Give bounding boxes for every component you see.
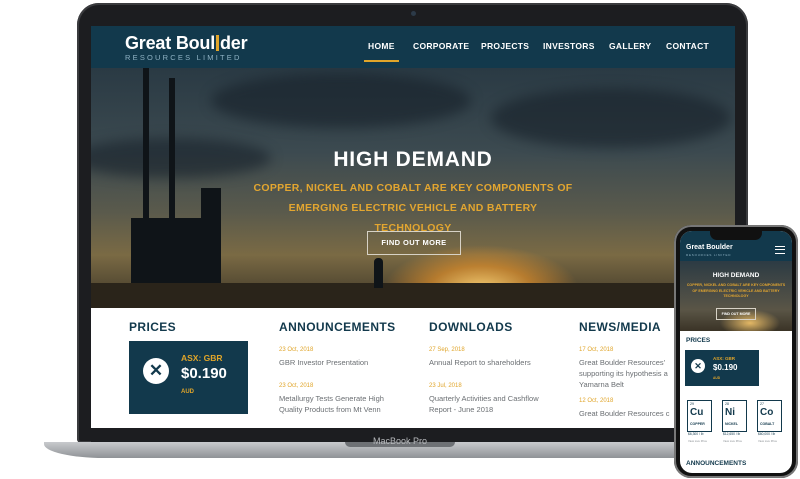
metal-name: COPPER xyxy=(690,422,705,426)
metal-card-cobalt[interactable]: 27 Co COBALT xyxy=(757,400,782,432)
share-price-card[interactable]: ✕ ASX: GBR $0.190 AUD xyxy=(129,341,248,414)
share-price: $0.190 xyxy=(181,365,227,382)
item-title: Annual Report to shareholders xyxy=(429,358,531,367)
announcement-item[interactable]: 23 Oct, 2018 Metallurgy Tests Generate H… xyxy=(279,383,384,415)
metal-name: COBALT xyxy=(760,422,775,426)
metal-symbol: Ni xyxy=(725,407,735,418)
item-title: Great Boulder Resources' supporting its h… xyxy=(579,357,668,390)
phone-hero-subtitle: COPPER, NICKEL AND COBALT ARE KEY COMPON… xyxy=(686,283,786,298)
laptop-screen: Great Boul der RESOURCES LIMITED HOME COR… xyxy=(91,26,735,428)
hero-cloud xyxy=(491,88,731,148)
title-line: Report - June 2018 xyxy=(429,405,494,414)
metal-symbol: Co xyxy=(760,407,774,418)
content-band: PRICES ✕ ASX: GBR $0.190 AUD ANNOUNCEMEN… xyxy=(91,308,735,428)
site-header: Great Boul der RESOURCES LIMITED HOME COR… xyxy=(91,26,735,68)
phone-prices-heading: PRICES xyxy=(686,337,711,344)
phone-announcements-heading: ANNOUNCEMENTS xyxy=(686,460,747,467)
title-line: Quality Products from Mt Venn xyxy=(279,405,381,414)
prices-heading: PRICES xyxy=(129,320,177,334)
item-date: 27 Sep, 2018 xyxy=(429,347,465,353)
phone-price-currency: AUD xyxy=(713,376,721,380)
item-date: 17 Oct, 2018 xyxy=(579,347,614,353)
news-item[interactable]: 17 Oct, 2018 Great Boulder Resources' sup… xyxy=(579,347,668,390)
title-line: supporting its hypothesis a xyxy=(579,369,668,378)
phone-logo[interactable]: Great Boulder xyxy=(686,244,733,251)
find-out-more-button[interactable]: FIND OUT MORE xyxy=(367,231,461,255)
phone-hero: HIGH DEMAND COPPER, NICKEL AND COBALT AR… xyxy=(680,261,792,331)
metal-price: $12,650 / lb xyxy=(723,432,741,436)
metal-card-copper[interactable]: 29 Cu COPPER xyxy=(687,400,712,432)
metal-price: $6,300 / lb xyxy=(688,432,704,436)
hero-title: HIGH DEMAND xyxy=(333,148,493,171)
item-date: 23 Oct, 2018 xyxy=(279,383,314,389)
announcement-item[interactable]: 23 Oct, 2018 GBR Investor Presentation xyxy=(279,347,368,368)
news-heading: NEWS/MEDIA xyxy=(579,320,661,334)
logo-accent-mark xyxy=(216,35,220,51)
phone-logo-subtitle: RESOURCES LIMITED xyxy=(686,253,732,257)
hamburger-menu-icon[interactable] xyxy=(775,246,785,254)
title-line: Metallurgy Tests Generate High xyxy=(279,394,384,403)
phone-notch xyxy=(710,231,762,240)
asx-x-icon: ✕ xyxy=(143,358,169,384)
metal-card-nickel[interactable]: 28 Ni NICKEL xyxy=(722,400,747,432)
title-line: Quarterly Activities and Cashflow xyxy=(429,394,539,403)
download-item[interactable]: 23 Jul, 2018 Quarterly Activities and Ca… xyxy=(429,383,539,415)
ground-silhouette xyxy=(91,283,735,308)
hero-banner: HIGH DEMAND COPPER, NICKEL AND COBALT AR… xyxy=(91,68,735,308)
title-line: Great Boulder Resources' xyxy=(579,358,666,367)
logo-text-part1: Great Boul xyxy=(125,33,216,53)
hero-subtitle: COPPER, NICKEL AND COBALT ARE KEY COMPON… xyxy=(253,182,573,234)
downloads-heading: DOWNLOADS xyxy=(429,320,513,334)
hero-cloud xyxy=(211,73,471,128)
item-title: Quarterly Activities and Cashflow Report … xyxy=(429,393,539,415)
phone-share-price-card[interactable]: ✕ ASX: GBR $0.190 AUD xyxy=(685,350,759,386)
title-line: Yamarna Belt xyxy=(579,380,624,389)
metal-price: $60,000 / lb xyxy=(758,432,776,436)
logo-text-part2: der xyxy=(220,33,248,53)
nav-corporate[interactable]: CORPORATE xyxy=(413,41,469,51)
news-item[interactable]: 12 Oct, 2018 Great Boulder Resources c xyxy=(579,398,669,419)
download-item[interactable]: 27 Sep, 2018 Annual Report to shareholde… xyxy=(429,347,531,368)
site-logo[interactable]: Great Boul der xyxy=(125,33,248,54)
nav-gallery[interactable]: GALLERY xyxy=(609,41,651,51)
asx-code: ASX: GBR xyxy=(181,353,223,363)
view-live-price-link[interactable]: View Live Price xyxy=(688,439,707,443)
item-title: Metallurgy Tests Generate High Quality Pr… xyxy=(279,393,384,415)
nav-contact[interactable]: CONTACT xyxy=(666,41,709,51)
item-title: Great Boulder Resources c xyxy=(579,409,670,418)
phone-screen: Great Boulder RESOURCES LIMITED HIGH DEM… xyxy=(680,231,792,473)
item-date: 23 Oct, 2018 xyxy=(279,347,314,353)
item-date: 23 Jul, 2018 xyxy=(429,383,462,389)
camera-dot xyxy=(411,11,416,16)
metal-name: NICKEL xyxy=(725,422,739,426)
announcements-heading: ANNOUNCEMENTS xyxy=(279,320,396,334)
metal-number: 27 xyxy=(760,402,764,406)
nav-investors[interactable]: INVESTORS xyxy=(543,41,595,51)
phone-asx-code: ASX: GBR xyxy=(713,356,736,361)
metal-number: 28 xyxy=(725,402,729,406)
metal-number: 29 xyxy=(690,402,694,406)
worker-silhouette xyxy=(374,258,383,288)
asx-x-icon: ✕ xyxy=(691,359,705,373)
metal-symbol: Cu xyxy=(690,407,704,418)
nav-projects[interactable]: PROJECTS xyxy=(481,41,529,51)
logo-subtitle: RESOURCES LIMITED xyxy=(125,53,242,62)
item-date: 12 Oct, 2018 xyxy=(579,398,614,404)
phone-hero-title: HIGH DEMAND xyxy=(712,272,760,279)
phone-find-out-more-button[interactable]: FIND OUT MORE xyxy=(716,308,756,320)
view-live-price-link[interactable]: View Live Price xyxy=(723,439,742,443)
nav-home[interactable]: HOME xyxy=(364,41,399,62)
view-live-price-link[interactable]: View Live Price xyxy=(758,439,777,443)
phone-share-price: $0.190 xyxy=(713,363,738,372)
item-title: GBR Investor Presentation xyxy=(279,358,369,367)
price-currency: AUD xyxy=(181,389,194,395)
